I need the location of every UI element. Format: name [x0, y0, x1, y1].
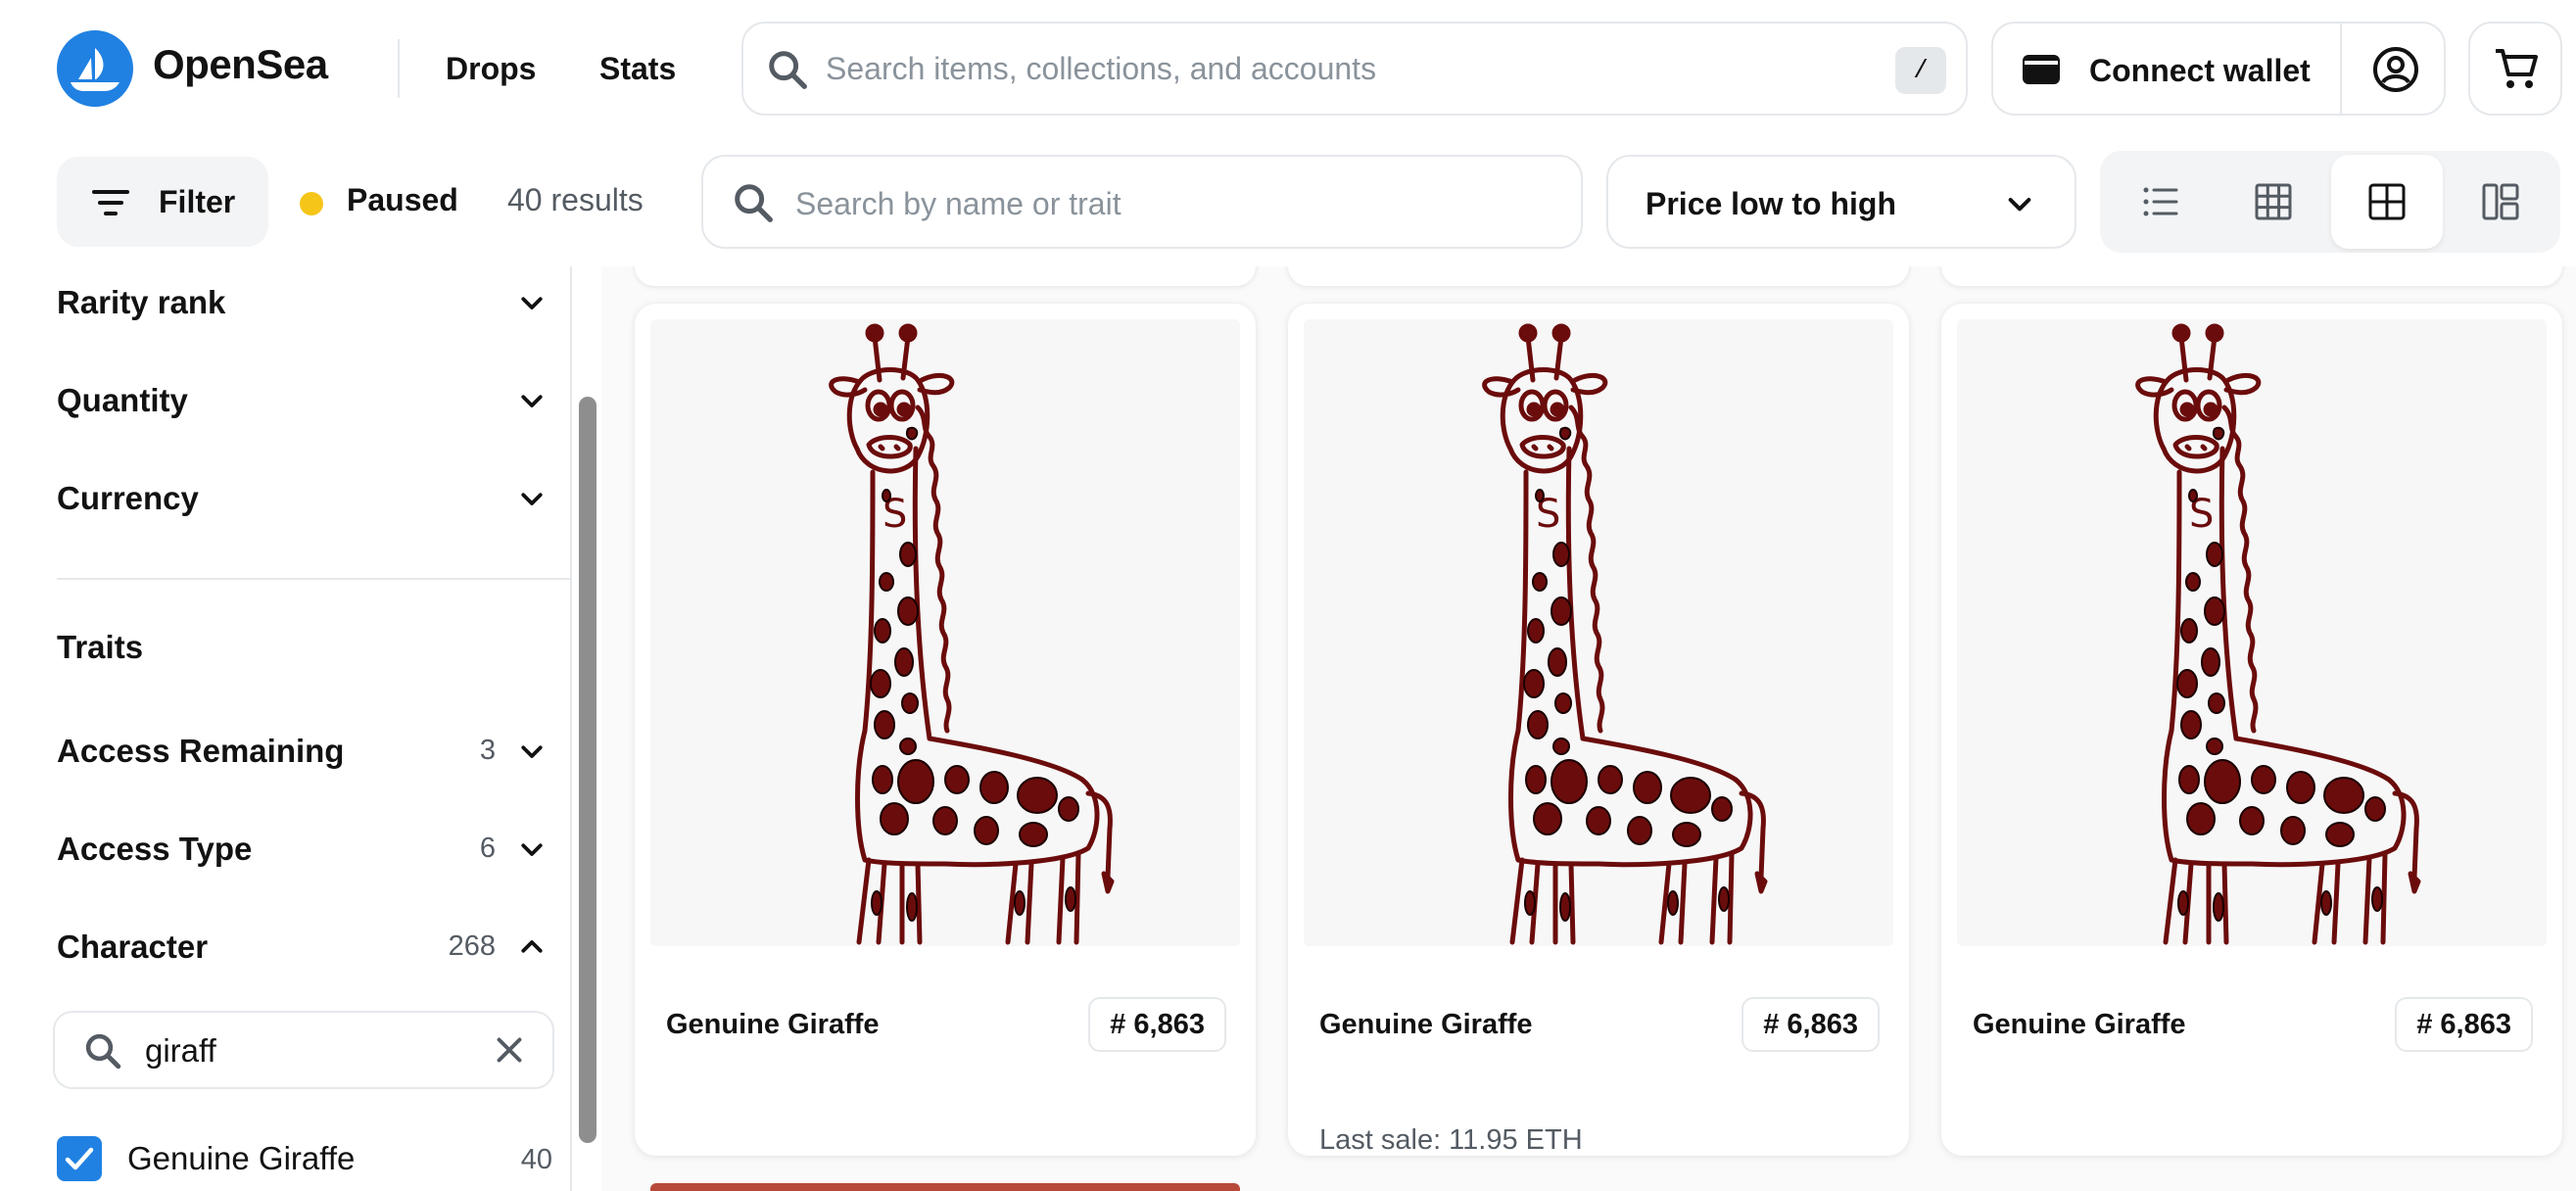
connect-wallet-button[interactable]: Connect wallet [1993, 24, 2340, 114]
filter-section-quantity[interactable]: Quantity [57, 370, 547, 429]
sort-value: Price low to high [1646, 186, 1897, 221]
sort-dropdown[interactable]: Price low to high [1606, 155, 2076, 249]
item-card[interactable]: Genuine Giraffe # 6,863 [635, 304, 1256, 1156]
close-icon[interactable] [492, 1032, 527, 1068]
chevron-down-icon [517, 484, 547, 513]
item-name: Genuine Giraffe [666, 1009, 880, 1040]
filter-button[interactable]: Filter [57, 157, 268, 247]
global-search-input[interactable]: Search items, collections, and accounts … [741, 22, 1968, 116]
checkmark-icon [65, 1147, 94, 1170]
traits-heading: Traits [57, 629, 144, 665]
nav-link-stats[interactable]: Stats [599, 51, 676, 87]
profile-button[interactable] [2342, 24, 2446, 114]
item-image[interactable] [1957, 319, 2547, 946]
filter-section-label: Rarity rank [57, 284, 226, 320]
trait-option-genuine-giraffe[interactable]: Genuine Giraffe 40 [57, 1132, 556, 1191]
item-name: Genuine Giraffe [1319, 1009, 1533, 1040]
trait-option-count: 40 [520, 1144, 552, 1175]
filter-sidebar: Rarity rank Quantity Currency Traits Acc… [0, 266, 572, 1191]
nav-divider [398, 39, 400, 98]
character-search-input[interactable]: giraff [53, 1011, 554, 1089]
item-number-badge: # 6,863 [1088, 997, 1226, 1052]
results-count: 40 results [507, 182, 644, 217]
item-card-previous-row[interactable] [1288, 266, 1909, 286]
giraffe-artwork [1304, 319, 1893, 946]
item-card[interactable]: Genuine Giraffe # 6,863 Last sale: 11.95… [1288, 304, 1909, 1156]
item-number-badge: # 6,863 [2395, 997, 2533, 1052]
chevron-down-icon [2004, 188, 2035, 219]
chevron-down-icon [517, 288, 547, 317]
connect-wallet-label: Connect wallet [2089, 53, 2311, 88]
item-number-badge: # 6,863 [1741, 997, 1880, 1052]
small-grid-icon [2255, 183, 2292, 220]
brand-name[interactable]: OpenSea [153, 41, 328, 88]
character-search-value: giraff [145, 1032, 216, 1069]
top-navigation: OpenSea Drops Stats Search items, collec… [0, 0, 2576, 137]
list-view-icon [2143, 187, 2178, 216]
trait-search-placeholder: Search by name or trait [795, 186, 1121, 221]
filter-section-label: Currency [57, 480, 199, 516]
item-card[interactable]: Genuine Giraffe # 6,863 [1941, 304, 2562, 1156]
trait-character[interactable]: Character 268 [57, 917, 547, 976]
trait-label: Character [57, 929, 209, 965]
trait-search-input[interactable]: Search by name or trait [701, 155, 1583, 249]
wallet-icon [2023, 55, 2060, 84]
shopping-cart-icon [2496, 49, 2538, 88]
status-indicator-dot [300, 192, 323, 215]
account-controls: Connect wallet [1991, 22, 2446, 116]
sidebar-divider [57, 578, 570, 580]
cart-button[interactable] [2468, 22, 2562, 116]
trait-label: Access Remaining [57, 733, 345, 769]
search-icon [765, 47, 810, 92]
item-card-previous-row[interactable] [1941, 266, 2562, 286]
item-image[interactable] [650, 319, 1240, 946]
filter-section-label: Quantity [57, 382, 188, 418]
trait-access-remaining[interactable]: Access Remaining 3 [57, 721, 547, 780]
small-grid-view-button[interactable] [2218, 155, 2329, 249]
chevron-down-icon [517, 737, 547, 766]
large-grid-view-button[interactable] [2331, 155, 2443, 249]
trait-option-label: Genuine Giraffe [127, 1140, 356, 1176]
item-grid: Genuine Giraffe # 6,863 Genuine Giraffe … [601, 266, 2576, 1191]
global-search-placeholder: Search items, collections, and accounts [826, 51, 1377, 86]
item-image[interactable] [1304, 319, 1893, 946]
search-icon [82, 1030, 123, 1072]
item-last-sale: Last sale: 11.95 ETH [1319, 1124, 1583, 1156]
item-card-next-row-image[interactable] [650, 1183, 1240, 1191]
filter-section-rarity-rank[interactable]: Rarity rank [57, 272, 547, 331]
trait-label: Access Type [57, 831, 253, 867]
item-name: Genuine Giraffe [1973, 1009, 2186, 1040]
large-grid-icon [2368, 183, 2406, 220]
trait-count: 268 [448, 930, 496, 962]
trait-count: 6 [479, 833, 496, 864]
list-view-button[interactable] [2104, 155, 2216, 249]
giraffe-artwork [1957, 319, 2547, 946]
account-circle-icon [2373, 47, 2418, 92]
checkbox-checked[interactable] [57, 1136, 102, 1181]
nav-link-drops[interactable]: Drops [446, 51, 536, 87]
trait-count: 3 [479, 735, 496, 766]
masonry-view-button[interactable] [2445, 155, 2556, 249]
filter-lines-icon [92, 190, 129, 215]
filter-section-currency[interactable]: Currency [57, 468, 547, 527]
keyboard-shortcut-badge: / [1895, 47, 1946, 94]
search-icon [731, 180, 776, 225]
view-mode-toggle [2100, 151, 2560, 253]
status-label: Paused [347, 182, 458, 217]
giraffe-artwork [650, 319, 1240, 946]
sidebar-scrollbar-thumb[interactable] [579, 397, 596, 1143]
trait-access-type[interactable]: Access Type 6 [57, 819, 547, 878]
chevron-down-icon [517, 834, 547, 864]
filter-label: Filter [159, 184, 236, 219]
masonry-view-icon [2482, 183, 2519, 220]
chevron-down-icon [517, 386, 547, 415]
opensea-logo-icon[interactable] [57, 30, 133, 107]
item-card-previous-row[interactable] [635, 266, 1256, 286]
chevron-up-icon [517, 932, 547, 962]
